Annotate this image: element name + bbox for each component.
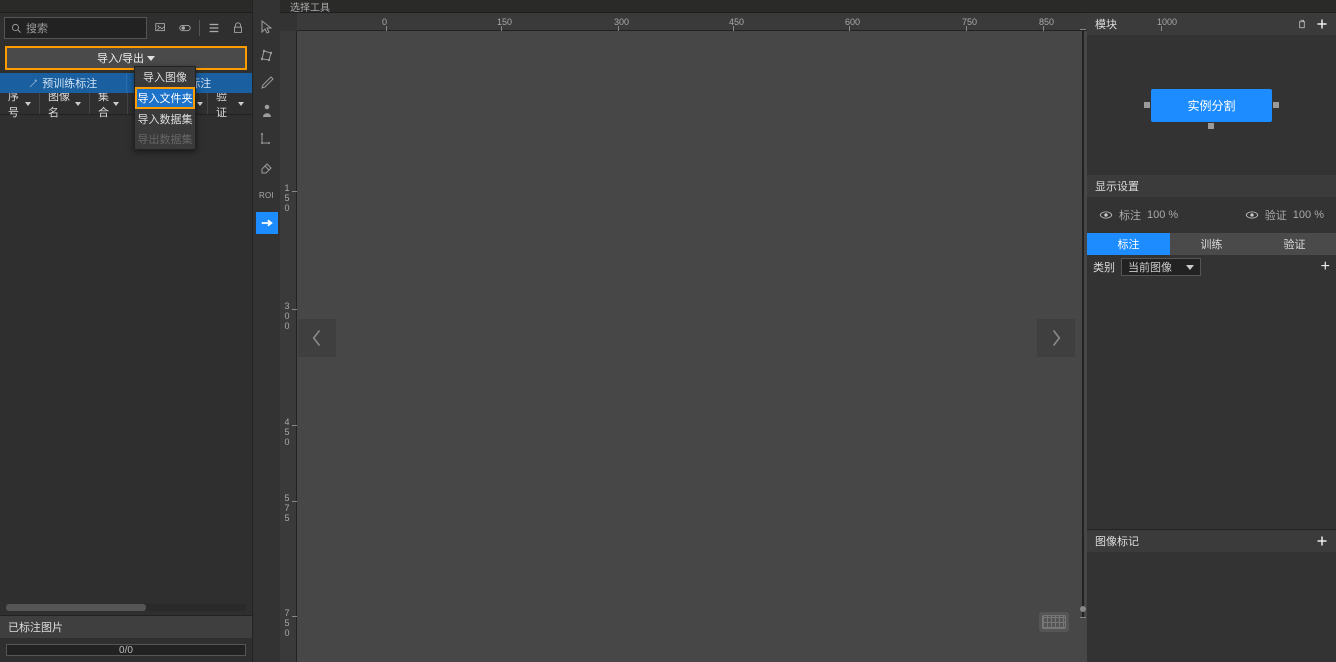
category-select[interactable]: 当前图像 — [1121, 258, 1201, 276]
canvas-top-bar: 选择工具 — [280, 0, 1087, 13]
annotation-mode-tabs: 预训练标注 模型标注 — [0, 73, 252, 93]
image-list-body — [0, 115, 252, 615]
tab-pretrain-annotate[interactable]: 预训练标注 — [0, 73, 126, 93]
tool-brush[interactable] — [256, 72, 278, 94]
tool-eraser[interactable] — [256, 156, 278, 178]
ruler-vertical: 150300450575750 — [280, 31, 297, 662]
list-view-icon[interactable] — [204, 18, 224, 38]
display-opacity-row: 标注 100 % 验证 100 % — [1087, 197, 1336, 233]
add-category-button[interactable]: + — [1321, 258, 1330, 276]
col-index[interactable]: 序号 — [0, 93, 40, 114]
caret-down-icon — [147, 56, 155, 61]
search-placeholder: 搜索 — [26, 20, 48, 36]
col-image-name[interactable]: 图像名 — [40, 93, 90, 114]
right-header-strip — [1087, 0, 1336, 13]
module-body: 实例分割 — [1087, 35, 1336, 175]
divider — [199, 20, 200, 36]
menu-import-dataset[interactable]: 导入数据集 — [135, 109, 195, 129]
left-header-strip — [0, 0, 252, 13]
module-title: 模块 — [1095, 16, 1117, 32]
vertical-slider[interactable] — [1082, 29, 1084, 618]
wand-icon — [28, 78, 39, 89]
tool-lasso[interactable] — [256, 128, 278, 150]
col-set[interactable]: 集合 — [90, 93, 128, 114]
tool-active[interactable] — [256, 212, 278, 234]
scroll-thumb[interactable] — [6, 604, 146, 611]
category-row: 类别 当前图像 + — [1087, 255, 1336, 279]
import-export-button[interactable]: 导入/导出 — [5, 46, 247, 70]
display-section-header: 显示设置 — [1087, 175, 1336, 197]
prev-image-button[interactable] — [298, 319, 336, 357]
import-export-label: 导入/导出 — [97, 50, 144, 66]
caret-down-icon — [1186, 265, 1194, 270]
tab-pretrain-label: 预训练标注 — [42, 75, 97, 91]
image-mark-title: 图像标记 — [1095, 533, 1139, 549]
search-row: 搜索 — [0, 13, 252, 43]
tab-verify[interactable]: 验证 — [1253, 233, 1336, 255]
search-icon — [11, 23, 22, 34]
col-verify[interactable]: 验证 — [208, 93, 252, 114]
eye-icon — [1099, 210, 1113, 220]
toggle-icon[interactable] — [175, 18, 195, 38]
trash-icon[interactable] — [1296, 18, 1308, 30]
module-handle-left[interactable] — [1144, 102, 1150, 108]
menu-export-dataset: 导出数据集 — [135, 129, 195, 149]
tool-roi[interactable]: ROI — [256, 184, 278, 206]
module-handle-bottom[interactable] — [1208, 123, 1214, 129]
next-image-button[interactable] — [1037, 319, 1075, 357]
plus-icon[interactable] — [1316, 18, 1328, 30]
select-tool-label: 选择工具 — [290, 0, 330, 14]
module-handle-right[interactable] — [1273, 102, 1279, 108]
disp-label-item[interactable]: 标注 100 % — [1099, 207, 1178, 223]
category-list-body — [1087, 279, 1336, 529]
view-mode-tabs: 标注 训练 验证 — [1087, 233, 1336, 255]
progress-bar: 0/0 — [6, 644, 246, 656]
keyboard-icon[interactable] — [1039, 612, 1069, 632]
right-panel: 模块 实例分割 显示设置 标注 100 % — [1087, 0, 1336, 662]
disp-verify-item[interactable]: 验证 100 % — [1245, 207, 1324, 223]
eye-icon — [1245, 210, 1259, 220]
already-labeled-row: 已标注图片 — [0, 616, 252, 638]
tool-polygon[interactable] — [256, 44, 278, 66]
ruler-horizontal: 01503004506007508501000 — [297, 13, 1087, 31]
tool-cursor[interactable] — [256, 16, 278, 38]
image-mark-section-header: 图像标记 — [1087, 530, 1336, 552]
canvas-area: 选择工具 01503004506007508501000 15030045057… — [280, 0, 1087, 662]
lock-icon[interactable] — [228, 18, 248, 38]
import-export-menu: 导入图像 导入文件夹 导入数据集 导出数据集 — [134, 66, 196, 150]
tool-person[interactable] — [256, 100, 278, 122]
image-mark-body — [1087, 552, 1336, 662]
image-filter-icon[interactable] — [151, 18, 171, 38]
list-header: 序号 图像名 集合 签 验证 — [0, 93, 252, 115]
tab-label[interactable]: 标注 — [1087, 233, 1170, 255]
canvas[interactable] — [297, 31, 1087, 662]
menu-import-folder[interactable]: 导入文件夹 — [135, 87, 195, 109]
tab-train[interactable]: 训练 — [1170, 233, 1253, 255]
category-label: 类别 — [1093, 259, 1115, 275]
menu-import-image[interactable]: 导入图像 — [135, 67, 195, 87]
module-section-header: 模块 — [1087, 13, 1336, 35]
instance-segmentation-button[interactable]: 实例分割 — [1151, 89, 1271, 122]
search-input[interactable]: 搜索 — [4, 17, 147, 39]
tool-strip: ROI — [253, 0, 280, 662]
plus-icon[interactable] — [1316, 535, 1328, 547]
progress-row: 0/0 — [0, 638, 252, 662]
horizontal-scrollbar[interactable] — [6, 604, 246, 611]
display-title: 显示设置 — [1095, 178, 1139, 194]
left-panel: 搜索 导入/导出 预训练标注 模型标注 序号 图像名 集合 签 验证 — [0, 0, 253, 662]
